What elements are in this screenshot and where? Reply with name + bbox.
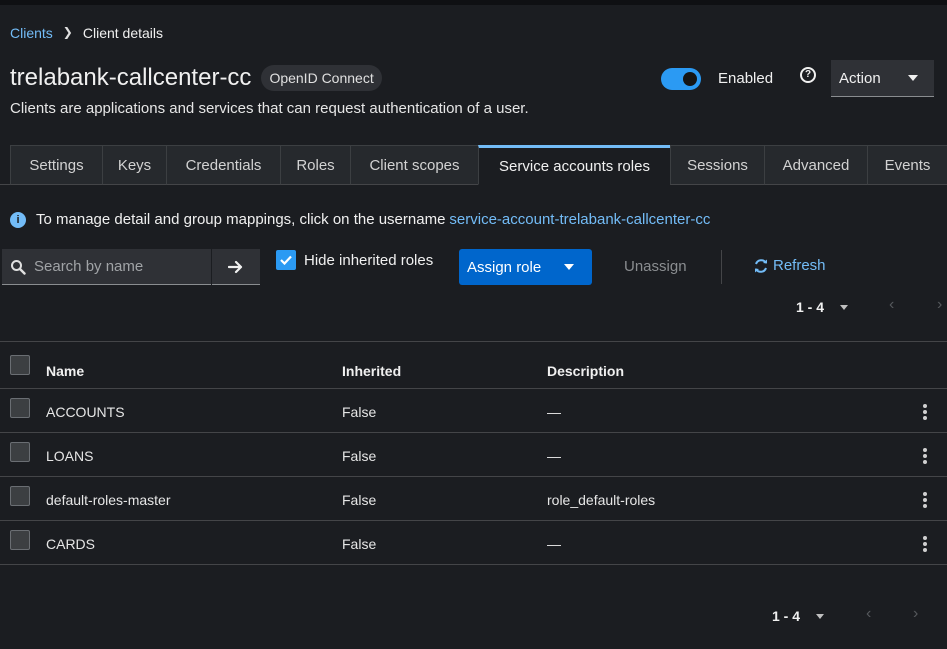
- column-header-description: Description: [547, 363, 625, 379]
- refresh-label: Refresh: [773, 257, 826, 274]
- breadcrumb: Clients ❯ Client details: [10, 25, 163, 41]
- table-row: ACCOUNTS False —: [0, 389, 947, 433]
- search-box: [2, 249, 211, 285]
- row-checkbox[interactable]: [10, 530, 30, 550]
- action-label: Action: [839, 69, 881, 87]
- tab-bar: Settings Keys Credentials Roles Client s…: [10, 145, 947, 185]
- help-icon[interactable]: ?: [800, 67, 816, 83]
- pagination-range: 1 - 4: [796, 299, 825, 315]
- row-checkbox[interactable]: [10, 486, 30, 506]
- pagination-bottom[interactable]: 1 - 4: [772, 608, 825, 624]
- caret-down-icon: [816, 613, 825, 619]
- toggle-knob: [683, 72, 697, 86]
- role-description: role_default-roles: [547, 492, 656, 508]
- page-title: trelabank-callcenter-cc: [10, 64, 252, 91]
- roles-table: Name Inherited Description ACCOUNTS Fals…: [0, 341, 947, 565]
- role-inherited: False: [342, 536, 377, 552]
- hide-inherited-roles-option: Hide inherited roles: [276, 250, 433, 270]
- tab-service-accounts-roles[interactable]: Service accounts roles: [478, 145, 670, 185]
- tab-keys[interactable]: Keys: [102, 145, 166, 185]
- tab-sessions[interactable]: Sessions: [670, 145, 764, 185]
- unassign-button[interactable]: Unassign: [624, 258, 687, 275]
- role-inherited: False: [342, 448, 377, 464]
- row-checkbox[interactable]: [10, 442, 30, 462]
- arrow-right-icon: [228, 260, 243, 273]
- kebab-menu-icon[interactable]: [923, 492, 927, 508]
- next-page-icon[interactable]: ›: [937, 296, 942, 314]
- caret-down-icon: [840, 304, 849, 310]
- breadcrumb-current: Client details: [82, 25, 164, 41]
- info-text: To manage detail and group mappings, cli…: [36, 211, 446, 228]
- hide-inherited-roles-label: Hide inherited roles: [304, 251, 434, 269]
- kebab-menu-icon[interactable]: [923, 448, 927, 464]
- chevron-right-icon: ❯: [62, 25, 73, 39]
- previous-page-icon[interactable]: ‹: [889, 296, 894, 314]
- tab-credentials[interactable]: Credentials: [166, 145, 280, 185]
- search-input[interactable]: [34, 258, 204, 275]
- role-description: —: [547, 448, 561, 464]
- title-row: trelabank-callcenter-cc OpenID Connect: [10, 64, 382, 92]
- table-row: LOANS False —: [0, 433, 947, 477]
- role-name: default-roles-master: [46, 492, 171, 508]
- previous-page-icon[interactable]: ‹: [866, 605, 871, 623]
- hide-inherited-roles-checkbox[interactable]: [276, 250, 296, 270]
- search-submit-button[interactable]: [212, 249, 260, 285]
- role-inherited: False: [342, 404, 377, 420]
- column-header-inherited: Inherited: [342, 363, 402, 379]
- enabled-toggle[interactable]: [661, 68, 701, 90]
- tab-settings[interactable]: Settings: [10, 145, 102, 185]
- pagination-top[interactable]: 1 - 4: [796, 299, 849, 315]
- info-icon: i: [10, 211, 26, 228]
- page-subtitle: Clients are applications and services th…: [10, 100, 529, 117]
- select-all-checkbox[interactable]: [10, 355, 30, 375]
- tab-client-scopes[interactable]: Client scopes: [350, 145, 478, 185]
- protocol-badge: OpenID Connect: [261, 65, 382, 91]
- row-checkbox[interactable]: [10, 398, 30, 418]
- table-header: Name Inherited Description: [0, 341, 947, 389]
- kebab-menu-icon[interactable]: [923, 404, 927, 420]
- enabled-label: Enabled: [718, 70, 774, 87]
- kebab-menu-icon[interactable]: [923, 536, 927, 552]
- role-inherited: False: [342, 492, 377, 508]
- tab-advanced[interactable]: Advanced: [764, 145, 867, 185]
- caret-down-icon: [564, 264, 574, 270]
- search-icon: [11, 259, 26, 275]
- sync-icon: [755, 258, 767, 273]
- table-row: default-roles-master False role_default-…: [0, 477, 947, 521]
- service-account-user-link[interactable]: service-account-trelabank-callcenter-cc: [449, 211, 710, 228]
- tab-roles[interactable]: Roles: [280, 145, 350, 185]
- role-name: CARDS: [46, 536, 96, 552]
- assign-role-button[interactable]: Assign role: [459, 249, 592, 285]
- info-message: i To manage detail and group mappings, c…: [10, 211, 710, 228]
- check-icon: [280, 255, 292, 265]
- table-row: CARDS False —: [0, 521, 947, 565]
- role-description: —: [547, 404, 561, 420]
- role-name: LOANS: [46, 448, 94, 464]
- assign-role-label: Assign role: [467, 258, 542, 276]
- toolbar-divider: [721, 250, 722, 284]
- refresh-button[interactable]: Refresh: [753, 257, 826, 274]
- action-dropdown-button[interactable]: Action: [831, 60, 934, 97]
- role-description: —: [547, 536, 561, 552]
- next-page-icon[interactable]: ›: [913, 605, 918, 623]
- top-bar: [0, 0, 947, 5]
- pagination-range: 1 - 4: [772, 608, 801, 624]
- role-name: ACCOUNTS: [46, 404, 125, 420]
- tab-events[interactable]: Events: [867, 145, 947, 185]
- breadcrumb-clients-link[interactable]: Clients: [10, 25, 53, 41]
- column-header-name[interactable]: Name: [46, 363, 84, 379]
- caret-down-icon: [908, 75, 918, 81]
